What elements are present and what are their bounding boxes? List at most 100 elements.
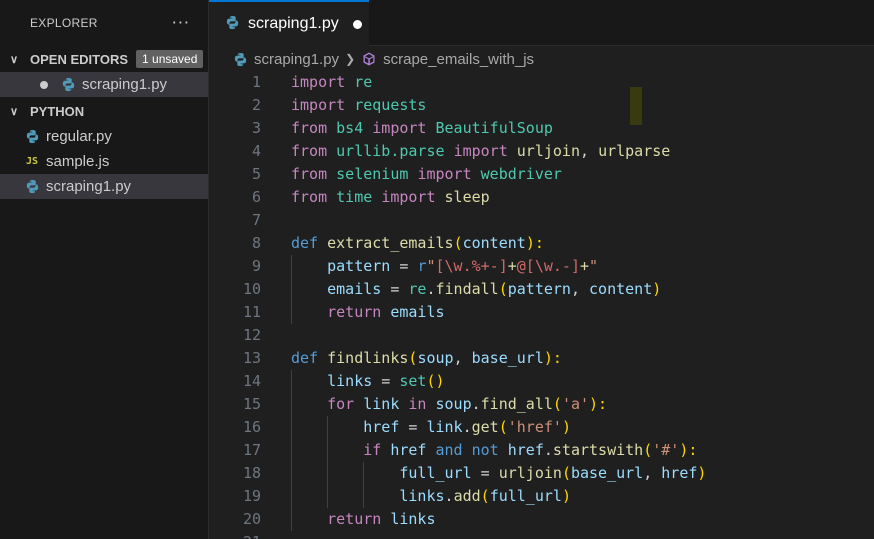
code-text: href = link.get('href') (291, 416, 571, 439)
tab-scraping1-py[interactable]: scraping1.py (209, 0, 369, 46)
code-token: , (643, 464, 662, 482)
code-token: ) (652, 280, 662, 298)
code-token: pattern (507, 280, 571, 298)
file-item-scraping1-py[interactable]: scraping1.py (0, 174, 208, 199)
file-item-regular-py[interactable]: regular.py (0, 124, 208, 149)
code-text: links = set() (291, 370, 445, 393)
line-number: 14 (242, 372, 261, 390)
python-file-icon (60, 77, 76, 92)
code-token: link (426, 418, 463, 436)
code-token: '#' (652, 441, 680, 459)
code-text: def extract_emails(content): (291, 232, 544, 255)
code-token: return (327, 303, 382, 321)
code-token: add (453, 487, 481, 505)
code-token: ( (453, 234, 463, 252)
python-file-icon (24, 179, 40, 194)
code-token: = (390, 257, 418, 275)
code-token: . (444, 487, 454, 505)
code-token: links (390, 510, 436, 528)
code-line[interactable]: 1 import re (209, 71, 874, 94)
chevron-down-icon: ∨ (10, 53, 19, 66)
code-line[interactable]: 16 href = link.get('href') (209, 416, 874, 439)
code-token: = (471, 464, 499, 482)
folder-label: PYTHON (30, 103, 85, 119)
code-line[interactable]: 4 from urllib.parse import urljoin, urlpa… (209, 140, 874, 163)
line-number: 5 (251, 165, 261, 183)
code-token: set (399, 372, 427, 390)
code-line[interactable]: 2 import requests (209, 94, 874, 117)
code-line[interactable]: 7 (209, 209, 874, 232)
code-token: def (291, 349, 319, 367)
code-token: import (291, 96, 346, 114)
code-token: find_all (480, 395, 553, 413)
unsaved-dot-icon[interactable] (352, 19, 362, 29)
code-text: return emails (291, 301, 444, 324)
code-line[interactable]: 6 from time import sleep (209, 186, 874, 209)
code-token: links (399, 487, 445, 505)
code-line[interactable]: 19 links.add(full_url) (209, 485, 874, 508)
code-line[interactable]: 5 from selenium import webdriver (209, 163, 874, 186)
line-number: 12 (242, 326, 261, 344)
file-item-sample-js[interactable]: JS sample.js (0, 149, 208, 174)
code-text: import requests (291, 94, 426, 117)
python-file-icon (225, 15, 240, 34)
code-token: , (453, 349, 472, 367)
code-text: from bs4 import BeautifulSoup (291, 117, 553, 140)
code-line[interactable]: 20 return links (209, 508, 874, 531)
code-line[interactable]: 18 full_url = urljoin(base_url, href) (209, 462, 874, 485)
code-line[interactable]: 14 links = set() (209, 370, 874, 393)
tab-label: scraping1.py (248, 15, 339, 32)
code-token: ( (643, 441, 653, 459)
code-token: findlinks (327, 349, 409, 367)
python-folder-header[interactable]: ∨ PYTHON (0, 98, 208, 124)
code-line[interactable]: 9 pattern = r"[\w.%+-]+@[\w.-]+" (209, 255, 874, 278)
code-token: ): (525, 234, 544, 252)
code-editor[interactable]: 1 import re 2 import requests 3 from bs4 impo… (209, 72, 874, 539)
code-line[interactable]: 15 for link in soup.find_all('a'): (209, 393, 874, 416)
code-line[interactable]: 12 (209, 324, 874, 347)
unsaved-badge: 1 unsaved (136, 50, 204, 68)
code-line[interactable]: 17 if href and not href.startswith('#'): (209, 439, 874, 462)
chevron-right-icon: ❯ (345, 52, 356, 66)
more-actions-icon[interactable]: ··· (172, 15, 190, 31)
line-number: 21 (209, 531, 261, 539)
file-name: regular.py (46, 128, 112, 145)
code-line[interactable]: 11 return emails (209, 301, 874, 324)
code-token: , (570, 280, 590, 298)
breadcrumb-file[interactable]: scraping1.py (254, 51, 339, 68)
code-token: urljoin (498, 464, 562, 482)
code-token: ( (498, 418, 508, 436)
open-editor-item[interactable]: scraping1.py (0, 72, 208, 97)
code-token: . (543, 441, 553, 459)
code-token: re (354, 73, 373, 91)
code-token: from (291, 188, 328, 206)
code-token: href (390, 441, 427, 459)
code-line[interactable]: 21 (209, 531, 874, 539)
breadcrumb-symbol[interactable]: scrape_emails_with_js (383, 51, 534, 68)
code-token: base_url (471, 349, 544, 367)
code-token: pattern (327, 257, 391, 275)
code-line[interactable]: 13 def findlinks(soup, base_url): (209, 347, 874, 370)
code-token: () (426, 372, 445, 390)
code-token: ): (543, 349, 562, 367)
code-token: sleep (444, 188, 490, 206)
code-line[interactable]: 3 from bs4 import BeautifulSoup (209, 117, 874, 140)
unsaved-dot-icon[interactable] (40, 80, 48, 89)
code-token: findall (435, 280, 499, 298)
open-editors-header[interactable]: ∨ OPEN EDITORS 1 unsaved (0, 46, 208, 72)
code-token: bs4 (336, 119, 364, 137)
line-number: 10 (242, 280, 261, 298)
code-line[interactable]: 8 def extract_emails(content): (209, 232, 874, 255)
code-line[interactable]: 10 emails = re.findall(pattern, content) (209, 278, 874, 301)
